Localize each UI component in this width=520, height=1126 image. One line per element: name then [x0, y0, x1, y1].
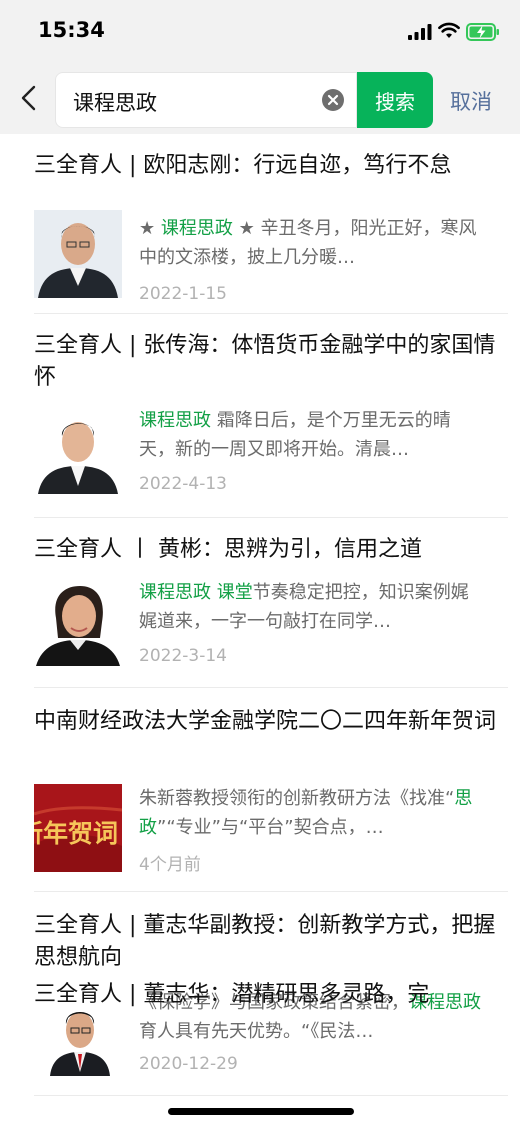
result-thumbnail: 新年贺词 — [34, 784, 122, 872]
result-thumbnail — [34, 578, 122, 666]
search-button[interactable]: 搜索 — [357, 72, 433, 128]
result-item[interactable]: 三全育人 | 欧阳志刚：行远自迩，笃行不怠 ★ 课程思政 ★ 辛丑冬月，阳光正好… — [34, 150, 508, 314]
result-date: 4个月前 — [139, 855, 201, 875]
result-snippet: 课程思政 霜降日后，是个万里无云的晴天，新的一周又即将开始。清晨… — [139, 410, 451, 460]
result-date: 2022-1-15 — [139, 284, 227, 304]
clear-input-icon[interactable] — [322, 89, 344, 111]
result-title: 三全育人 丨 黄彬：思辨为引，信用之道 — [34, 537, 422, 562]
battery-charging-icon — [466, 23, 499, 41]
result-date: 2020-12-29 — [139, 1054, 238, 1074]
result-snippet: 朱新蓉教授领衔的创新教研方法《找准“思政”“专业”与“平台”契合点，… — [139, 788, 473, 838]
result-item[interactable]: 三全育人 | 张传海：体悟货币金融学中的家国情怀 课程思政 霜降日后，是个万里无… — [34, 330, 508, 518]
keyword-highlight: 课程思政 — [160, 218, 233, 239]
wifi-icon — [438, 22, 460, 38]
cancel-button[interactable]: 取消 — [450, 86, 492, 116]
keyword-highlight: 课程思政 — [139, 410, 211, 431]
portrait-image — [34, 210, 122, 298]
search-query-text: 课程思政 — [73, 91, 157, 115]
result-snippet: 课程思政 课堂节奏稳定把控，知识案例娓娓道来，一字一句敲打在同学… — [139, 582, 469, 632]
result-date: 2022-3-14 — [139, 646, 227, 666]
cellular-signal-icon — [408, 24, 432, 40]
home-indicator[interactable] — [168, 1108, 354, 1115]
result-item[interactable]: 三全育人 丨 黄彬：思辨为引，信用之道 课程思政 课堂节奏稳定把控，知识案例娓娓… — [34, 534, 508, 688]
portrait-image — [34, 406, 122, 494]
portrait-image — [34, 578, 122, 666]
status-bar: 15:34 — [0, 0, 520, 62]
search-header: 课程思政 搜索 取消 — [0, 62, 520, 134]
result-title: 三全育人 | 董志华副教授：创新教学方式，把握思想航向 — [34, 913, 496, 970]
keyword-highlight: 课程思政 课堂 — [139, 582, 253, 603]
result-thumbnail — [34, 210, 122, 298]
back-chevron-icon[interactable] — [14, 82, 44, 114]
result-thumbnail — [34, 406, 122, 494]
result-title: 中南财经政法大学金融学院二〇二四年新年贺词 — [34, 709, 497, 734]
result-title: 三全育人 | 欧阳志刚：行远自迩，笃行不怠 — [34, 153, 452, 178]
search-input[interactable]: 课程思政 — [55, 72, 357, 128]
result-item[interactable]: 中南财经政法大学金融学院二〇二四年新年贺词 新年贺词 朱新蓉教授领衔的创新教研方… — [34, 706, 508, 892]
status-time: 15:34 — [38, 18, 105, 42]
result-title-partial[interactable]: 三全育人 | 董志华：潜精研思多灵路，完 — [34, 976, 429, 1008]
thumbnail-caption: 新年贺词 — [34, 819, 119, 848]
result-snippet: ★ 课程思政 ★ 辛丑冬月，阳光正好，寒风中的文添楼，披上几分暖… — [139, 218, 477, 268]
result-date: 2022-4-13 — [139, 474, 227, 494]
result-title: 三全育人 | 张传海：体悟货币金融学中的家国情怀 — [34, 333, 496, 390]
